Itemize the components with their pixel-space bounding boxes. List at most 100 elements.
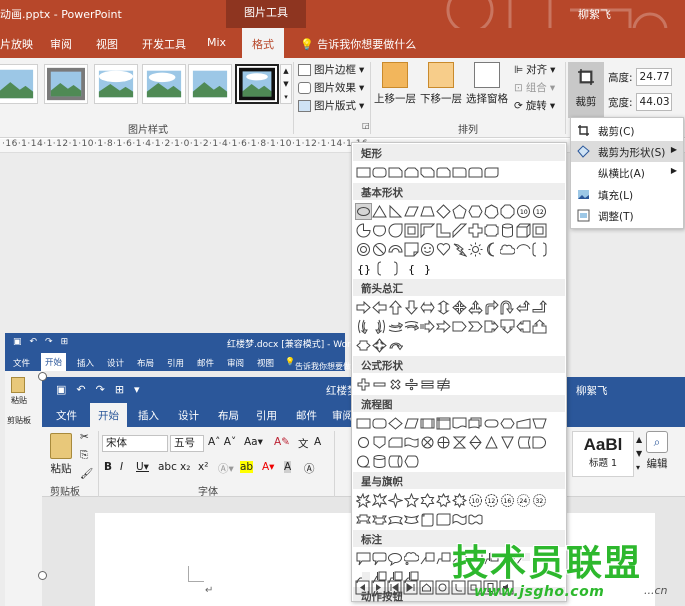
line-callout-1-shape-icon[interactable] xyxy=(420,551,435,566)
picture-effects-button[interactable]: 图片效果 ▾ xyxy=(298,80,364,95)
tab-format[interactable]: 格式 xyxy=(242,28,284,58)
change-case-icon[interactable]: Aa▾ xyxy=(244,436,263,448)
right-bracket-shape-icon[interactable] xyxy=(388,261,403,276)
quad-arrow-callout-shape-icon[interactable] xyxy=(372,338,387,353)
cross-shape-icon[interactable] xyxy=(468,223,483,238)
align-button[interactable]: ⊫ 对齐 ▾ xyxy=(514,62,555,77)
line-callout-2-shape-icon[interactable] xyxy=(436,551,451,566)
bent-up-arrow-shape-icon[interactable] xyxy=(532,300,547,315)
gallery-scroll-buttons[interactable]: ▲ ▼ ▾ xyxy=(280,64,292,104)
right-triangle-shape-icon[interactable] xyxy=(388,204,403,219)
tab-layout[interactable]: 布局 xyxy=(218,408,239,423)
left-right-arrow-callout-shape-icon[interactable] xyxy=(356,338,371,353)
star-7-point-icon[interactable] xyxy=(436,493,451,508)
word-small-tell-me[interactable]: 💡 告诉我你想要做什么 xyxy=(285,357,367,371)
not-equal-shape-icon[interactable] xyxy=(436,377,451,392)
star-10-point-icon[interactable]: 10 xyxy=(468,493,483,508)
no-symbol-shape-icon[interactable] xyxy=(372,242,387,257)
horizontal-scroll-shape-icon[interactable] xyxy=(436,512,451,527)
star-8-point-icon[interactable] xyxy=(452,493,467,508)
flowchart-decision-icon[interactable] xyxy=(388,416,403,431)
left-arrow-callout-shape-icon[interactable] xyxy=(516,319,531,334)
action-button-home-icon[interactable] xyxy=(419,580,434,595)
font-size-select[interactable]: 五号 xyxy=(170,435,204,452)
snip-corner-rectangle-shape-icon[interactable] xyxy=(388,165,403,180)
cloud-callout-shape-icon[interactable] xyxy=(404,551,419,566)
resize-handle[interactable] xyxy=(38,372,47,381)
editing-button[interactable]: ⌕ 编辑 xyxy=(646,431,668,471)
flowchart-predefined-process-icon[interactable] xyxy=(420,416,435,431)
round-corner-rectangle-shape-icon[interactable] xyxy=(452,165,467,180)
cube-shape-icon[interactable] xyxy=(516,223,531,238)
clear-formatting-icon[interactable]: A✎ xyxy=(274,436,290,448)
flowchart-internal-storage-icon[interactable] xyxy=(436,416,451,431)
flowchart-terminator-icon[interactable] xyxy=(484,416,499,431)
snip-round-rectangle-shape-icon[interactable] xyxy=(436,165,451,180)
pie-shape-icon[interactable] xyxy=(356,223,371,238)
flowchart-multidocument-icon[interactable] xyxy=(468,416,483,431)
curved-ribbon-down-shape-icon[interactable] xyxy=(404,512,419,527)
double-bracket-shape-icon[interactable] xyxy=(532,242,547,257)
tab-mix[interactable]: Mix xyxy=(207,36,226,49)
text-effects-icon[interactable]: Ⓐ▾ xyxy=(218,461,234,476)
plus-shape-icon[interactable] xyxy=(356,377,371,392)
style-heading-1[interactable]: AaBl 标题 1 xyxy=(572,431,634,477)
explosion-2-shape-icon[interactable] xyxy=(372,493,387,508)
cut-icon[interactable]: ✂ xyxy=(80,431,89,443)
font-name-select[interactable]: 宋体 xyxy=(102,435,168,452)
menu-item-crop[interactable]: 裁剪(C) xyxy=(571,120,683,141)
half-frame-shape-icon[interactable] xyxy=(420,223,435,238)
star-32-point-icon[interactable]: 32 xyxy=(532,493,547,508)
heptagon-shape-icon[interactable] xyxy=(484,204,499,219)
flowchart-or-icon[interactable] xyxy=(436,435,451,450)
tab-home[interactable]: 开始 xyxy=(41,353,67,371)
menu-item-fit[interactable]: 调整(T) xyxy=(571,205,683,226)
snip-diagonal-rectangle-shape-icon[interactable] xyxy=(420,165,435,180)
double-wave-shape-icon[interactable] xyxy=(468,512,483,527)
bevel-shape-icon[interactable] xyxy=(532,223,547,238)
picture-style-1[interactable] xyxy=(0,64,38,104)
multiply-shape-icon[interactable] xyxy=(388,377,403,392)
round-same-side-rectangle-shape-icon[interactable] xyxy=(468,165,483,180)
flowchart-manual-input-icon[interactable] xyxy=(516,416,531,431)
italic-icon[interactable]: I xyxy=(120,461,123,473)
copy-icon[interactable]: ⎘ xyxy=(80,449,88,462)
tab-references[interactable]: 引用 xyxy=(256,408,277,423)
star-24-point-icon[interactable]: 24 xyxy=(516,493,531,508)
pentagon-shape-icon[interactable] xyxy=(452,204,467,219)
star-16-point-icon[interactable]: 16 xyxy=(500,493,515,508)
curved-up-arrow-shape-icon[interactable] xyxy=(388,319,403,334)
tab-view[interactable]: 视图 xyxy=(257,357,274,369)
round-diagonal-rectangle-shape-icon[interactable] xyxy=(484,165,499,180)
menu-item-aspect-ratio[interactable]: 纵横比(A) ▶ xyxy=(571,162,683,183)
user-name[interactable]: 柳絮飞 xyxy=(578,6,611,22)
chevron-shape-icon[interactable] xyxy=(468,319,483,334)
curved-down-arrow-shape-icon[interactable] xyxy=(404,319,419,334)
menu-item-fill[interactable]: 填充(L) xyxy=(571,184,683,205)
rectangle-shape-icon[interactable] xyxy=(356,165,371,180)
flowchart-merge-icon[interactable] xyxy=(500,435,515,450)
up-arrow-shape-icon[interactable] xyxy=(388,300,403,315)
action-button-end-icon[interactable] xyxy=(403,580,418,595)
tab-mailings[interactable]: 邮件 xyxy=(197,357,214,369)
diamond-shape-icon[interactable] xyxy=(436,204,451,219)
left-bracket-shape-icon[interactable] xyxy=(372,261,387,276)
equal-shape-icon[interactable] xyxy=(420,377,435,392)
wave-shape-icon[interactable] xyxy=(452,512,467,527)
star-6-point-icon[interactable] xyxy=(420,493,435,508)
left-brace-shape-icon[interactable]: { xyxy=(404,261,419,276)
tab-design[interactable]: 设计 xyxy=(107,357,124,369)
rounded-rectangular-callout-shape-icon[interactable] xyxy=(372,551,387,566)
flowchart-sort-icon[interactable] xyxy=(468,435,483,450)
bold-icon[interactable]: B xyxy=(104,461,112,473)
format-painter-icon[interactable]: 🖌 xyxy=(80,467,93,480)
tab-layout[interactable]: 布局 xyxy=(137,357,154,369)
tab-slideshow[interactable]: 片放映 xyxy=(0,36,33,52)
left-right-up-arrow-shape-icon[interactable] xyxy=(468,300,483,315)
flowchart-document-icon[interactable] xyxy=(452,416,467,431)
character-shading-icon[interactable]: A xyxy=(284,461,292,473)
paste-label[interactable]: 粘贴 xyxy=(11,395,27,406)
group-button[interactable]: ⊡ 组合 ▾ xyxy=(514,80,555,95)
right-brace-shape-icon[interactable]: } xyxy=(420,261,435,276)
decagon-shape-icon[interactable]: 10 xyxy=(516,204,531,219)
